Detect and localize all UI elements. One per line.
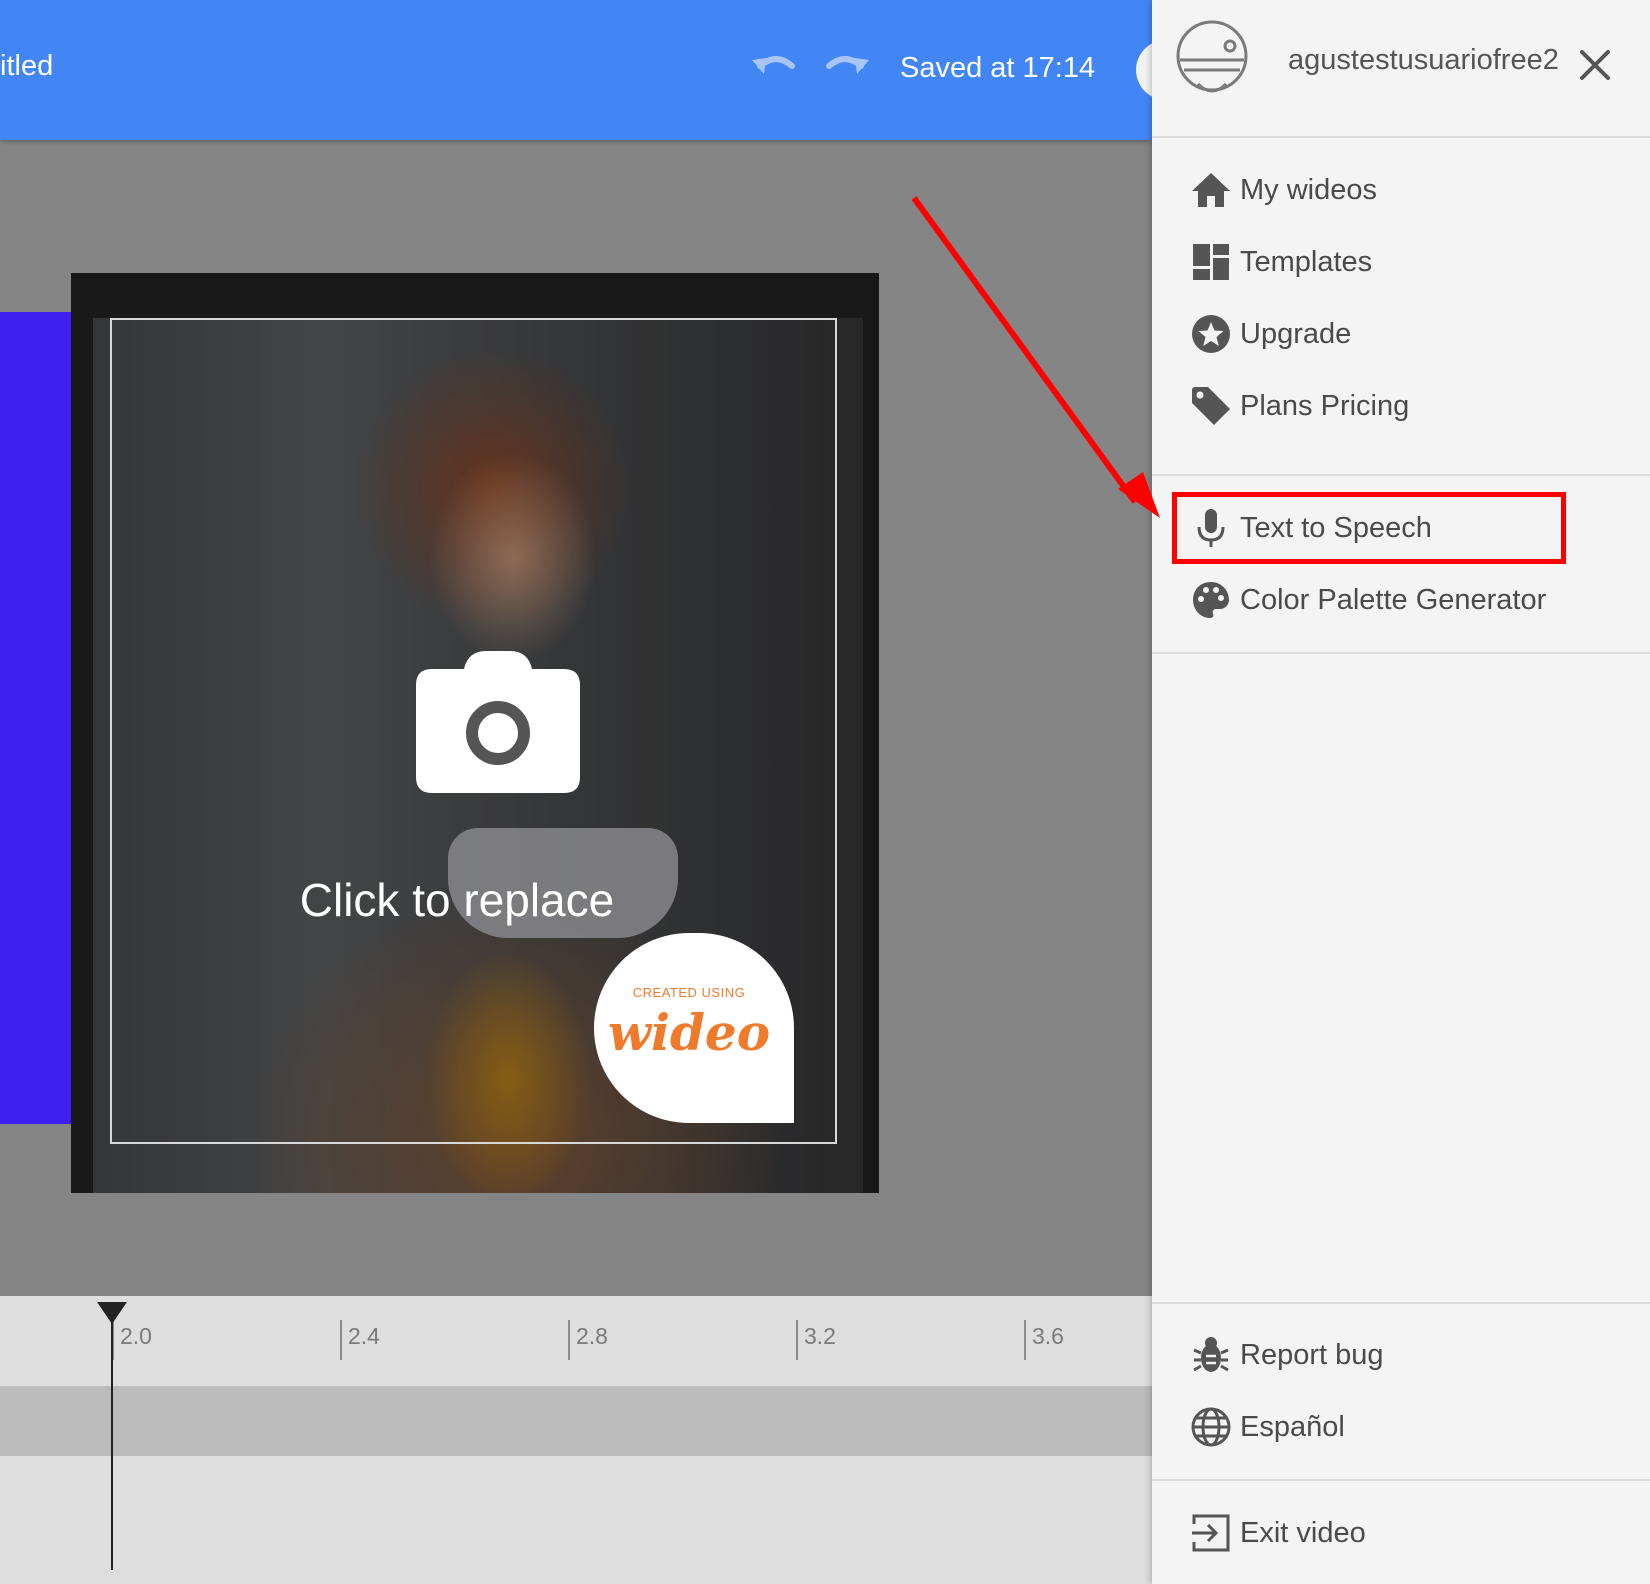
undo-button[interactable] [746, 44, 806, 94]
globe-icon [1191, 1407, 1231, 1447]
save-status: Saved at 17:14 [900, 52, 1096, 84]
menu-item-templates[interactable]: Templates [1190, 234, 1372, 290]
menu-divider [1152, 652, 1650, 654]
username: agustestusuariofree2 [1288, 44, 1559, 76]
playhead-line[interactable] [111, 1316, 113, 1570]
home-icon [1192, 173, 1230, 207]
click-to-replace-label[interactable]: Click to replace [71, 873, 861, 927]
menu-item-label: Exit video [1240, 1516, 1366, 1549]
scene-canvas[interactable]: Click to replace CREATED USING wideo [71, 273, 879, 1193]
timeline: 2.0 2.4 2.8 3.2 3.6 [0, 1296, 1152, 1584]
ruler-tick: 2.4 [340, 1320, 380, 1360]
side-menu: agustestusuariofree2 My wideos Templates… [1152, 0, 1650, 1584]
camera-icon[interactable] [416, 651, 580, 793]
ruler-tick: 3.6 [1024, 1320, 1064, 1360]
menu-item-color-palette-generator[interactable]: Color Palette Generator [1190, 572, 1546, 628]
menu-item-label: Color Palette Generator [1240, 583, 1547, 616]
ruler-tick: 3.2 [796, 1320, 836, 1360]
playhead-handle[interactable] [97, 1302, 127, 1324]
star-icon [1192, 315, 1230, 353]
user-avatar[interactable] [1170, 18, 1254, 102]
menu-divider [1152, 1479, 1650, 1481]
menu-divider [1152, 474, 1650, 476]
menu-item-plans-pricing[interactable]: Plans Pricing [1190, 378, 1409, 434]
timeline-ruler[interactable]: 2.0 2.4 2.8 3.2 3.6 [0, 1296, 1152, 1386]
menu-item-label: Templates [1240, 245, 1373, 278]
close-icon [1580, 50, 1610, 80]
menu-item-report-bug[interactable]: Report bug [1190, 1327, 1384, 1383]
wideo-watermark: CREATED USING wideo [594, 933, 794, 1123]
menu-divider [1152, 1302, 1650, 1304]
exit-icon [1192, 1514, 1230, 1552]
annotation-highlight-box [1172, 492, 1566, 564]
top-bar: itled Saved at 17:14 [0, 0, 1196, 140]
redo-button[interactable] [815, 44, 875, 94]
bug-icon [1193, 1337, 1229, 1372]
templates-icon [1193, 244, 1229, 280]
redo-icon [826, 56, 869, 74]
timeline-track[interactable] [0, 1386, 1152, 1456]
menu-divider [1152, 136, 1650, 138]
video-title[interactable]: itled [0, 50, 53, 83]
ruler-tick: 2.0 [112, 1320, 152, 1360]
ruler-tick: 2.8 [568, 1320, 608, 1360]
menu-item-upgrade[interactable]: Upgrade [1190, 306, 1351, 362]
watermark-caption: CREATED USING [632, 985, 746, 1000]
blue-rectangle-shape[interactable] [0, 312, 72, 1124]
tag-icon [1192, 387, 1230, 425]
menu-item-label: Plans Pricing [1240, 389, 1410, 422]
menu-item-label: Report bug [1240, 1338, 1384, 1371]
menu-item-label: Upgrade [1240, 317, 1352, 350]
close-menu-button[interactable] [1570, 40, 1620, 90]
menu-item-language[interactable]: Español [1190, 1399, 1345, 1455]
menu-item-exit-video[interactable]: Exit video [1190, 1505, 1366, 1561]
menu-item-my-wideos[interactable]: My wideos [1190, 162, 1377, 218]
palette-icon [1193, 582, 1229, 618]
undo-icon [752, 56, 795, 74]
menu-item-label: My wideos [1240, 173, 1377, 206]
wideo-logo: wideo [607, 1003, 771, 1062]
menu-item-label: Español [1240, 1410, 1345, 1443]
